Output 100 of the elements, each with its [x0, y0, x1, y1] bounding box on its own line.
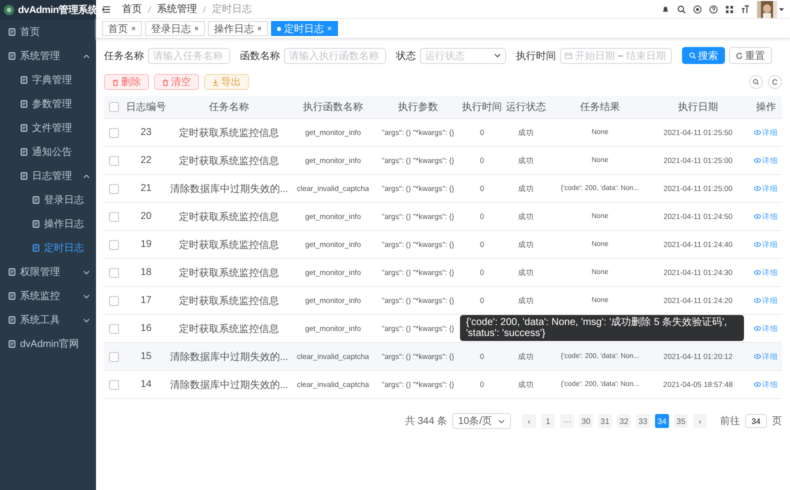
page-button[interactable]: 33 [636, 414, 650, 428]
column-header: 执行函数名称 [303, 100, 363, 114]
checkbox[interactable] [109, 352, 119, 362]
page-size-select[interactable]: 10条/页 [452, 413, 511, 429]
tab[interactable]: 操作日志 [208, 21, 268, 36]
document-icon [20, 76, 28, 84]
fullscreen-icon[interactable] [725, 4, 734, 14]
caret-icon[interactable] [779, 6, 784, 12]
checkbox[interactable] [109, 240, 119, 250]
menu-icon[interactable] [102, 4, 111, 14]
sidebar-item[interactable]: 参数管理 [0, 92, 96, 116]
tooltip: {'code': 200, 'data': None, 'msg': '成功删除 5 条失效验证码', 'status': 'success'} [460, 315, 744, 341]
checkbox[interactable] [109, 156, 119, 166]
page-button[interactable]: 31 [598, 414, 612, 428]
checkbox[interactable] [109, 296, 119, 306]
table-cell: 23 [140, 127, 152, 138]
page-button[interactable]: ··· [560, 414, 574, 428]
refresh-icon [736, 52, 743, 59]
table-cell: 20 [140, 211, 152, 222]
table-cell-text: 定时获取系统监控信息 [179, 238, 279, 252]
document-icon [20, 172, 28, 180]
sidebar-item[interactable]: 日志管理 [0, 164, 96, 188]
filter-label: 函数名称 [240, 50, 280, 62]
refresh-icon[interactable] [768, 75, 782, 89]
circle-icon[interactable] [693, 4, 702, 14]
page-button[interactable]: 35 [674, 414, 688, 428]
table-cell-text: 定时获取系统监控信息 [179, 294, 279, 308]
sidebar-item[interactable]: 首页 [0, 20, 96, 44]
sidebar-item[interactable]: 系统工具 [0, 308, 96, 332]
sidebar-item[interactable]: 操作日志 [0, 212, 96, 236]
sidebar-item[interactable]: 权限管理 [0, 260, 96, 284]
tab[interactable]: 首页 [102, 21, 142, 36]
column-header: 日志编号 [126, 100, 166, 114]
sidebar-item[interactable]: 登录日志 [0, 188, 96, 212]
document-icon [32, 244, 40, 252]
tab[interactable]: 登录日志 [145, 21, 205, 36]
chevron-icon [83, 172, 90, 180]
column-header: 执行时间 [462, 100, 502, 114]
checkbox[interactable] [109, 102, 119, 112]
sidebar-item[interactable]: dvAdmin官网 [0, 332, 96, 356]
eye-icon [754, 325, 761, 332]
eye-icon [754, 213, 761, 220]
sidebar-item[interactable]: 定时日志 [0, 236, 96, 260]
trash-icon [112, 78, 119, 86]
eye-icon [754, 157, 761, 164]
close-icon[interactable] [194, 26, 199, 31]
eye-icon [754, 297, 761, 304]
table-cell: 15 [140, 351, 152, 362]
checkbox[interactable] [109, 380, 119, 390]
sidebar-item[interactable]: 系统监控 [0, 284, 96, 308]
help-icon[interactable] [709, 4, 718, 14]
breadcrumb-item[interactable]: 系统管理 [157, 2, 197, 16]
page-unit: 页 [772, 415, 782, 428]
table-cell-text: 定时获取系统监控信息 [179, 126, 279, 140]
sidebar-item[interactable]: 通知公告 [0, 140, 96, 164]
bell-icon[interactable] [661, 4, 670, 14]
column-header: 运行状态 [506, 100, 546, 114]
font-size-icon[interactable] [741, 4, 750, 14]
filter-label: 任务名称 [104, 50, 144, 62]
page-input[interactable]: 34 [745, 414, 767, 428]
close-icon[interactable] [131, 26, 136, 31]
table-cell-text: 定时获取系统监控信息 [179, 266, 279, 280]
search-icon [689, 52, 696, 59]
page-button[interactable]: 30 [579, 414, 593, 428]
checkbox[interactable] [109, 128, 119, 138]
chevron-icon [83, 316, 90, 324]
checkbox[interactable] [109, 268, 119, 278]
table-cell: 21 [140, 183, 152, 194]
previous-page-button[interactable]: ‹ [522, 414, 536, 428]
tab[interactable]: 定时日志 [271, 21, 338, 36]
search-button[interactable]: 搜索 [682, 47, 725, 64]
page-button[interactable]: 34 [655, 414, 669, 428]
sidebar-item[interactable]: 文件管理 [0, 116, 96, 140]
table-cell-text: 定时获取系统监控信息 [179, 210, 279, 224]
table-cell: 16 [140, 323, 152, 334]
input-field[interactable]: 请输入执行函数名称 [284, 48, 386, 64]
trash-icon [162, 78, 169, 86]
search-icon[interactable] [677, 4, 686, 14]
calendar-icon [565, 52, 572, 59]
checkbox[interactable] [109, 212, 119, 222]
eye-icon [754, 269, 761, 276]
checkbox[interactable] [109, 184, 119, 194]
next-page-button[interactable]: › [693, 414, 707, 428]
document-icon [20, 124, 28, 132]
sidebar-item[interactable]: 字典管理 [0, 68, 96, 92]
breadcrumb-item: 定时日志 [212, 2, 252, 16]
checkbox[interactable] [109, 324, 119, 334]
column-header: 任务名称 [209, 101, 249, 114]
document-icon [8, 316, 16, 324]
page-button[interactable]: 32 [617, 414, 631, 428]
page-button[interactable]: 1 [541, 414, 555, 428]
filter-label: 状态 [396, 50, 416, 62]
table-cell-text: 定时获取系统监控信息 [179, 322, 279, 336]
breadcrumb-item[interactable]: 首页 [122, 2, 142, 16]
reset-button[interactable]: 重置 [729, 47, 772, 64]
input-field[interactable]: 请输入任务名称 [148, 48, 230, 64]
filter-label: 执行时间 [516, 50, 556, 62]
close-icon[interactable] [257, 26, 262, 31]
sidebar-item[interactable]: 系统管理 [0, 44, 96, 68]
document-icon [8, 268, 16, 276]
